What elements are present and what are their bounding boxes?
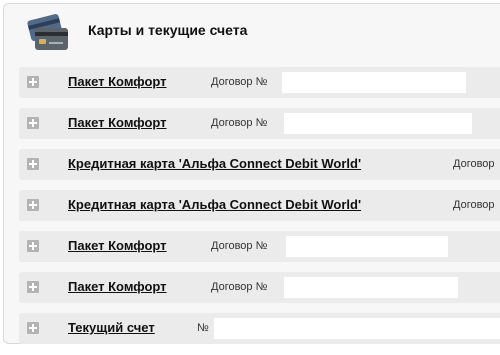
plus-icon[interactable] (27, 240, 39, 252)
account-product-link[interactable]: Пакет Комфорт (68, 279, 167, 294)
account-product-link[interactable]: Пакет Комфорт (68, 238, 167, 253)
plus-icon[interactable] (27, 117, 39, 129)
contract-label: Договор № (211, 76, 268, 88)
account-product-link[interactable]: Кредитная карта 'Альфа Connect Debit Wor… (68, 197, 361, 212)
cards-and-accounts-panel: Карты и текущие счета Пакет Комфорт Дого… (3, 3, 500, 344)
account-row: Кредитная карта 'Альфа Connect Debit Wor… (19, 149, 500, 180)
account-row: Кредитная карта 'Альфа Connect Debit Wor… (19, 190, 500, 221)
plus-icon[interactable] (27, 76, 39, 88)
account-row: Пакет Комфорт Договор № (19, 272, 500, 303)
account-row: Пакет Комфорт Договор № (19, 67, 500, 98)
account-product-link[interactable]: Текущий счет (68, 320, 155, 335)
section-title: Карты и текущие счета (88, 22, 248, 38)
account-row: Пакет Комфорт Договор № (19, 231, 500, 262)
plus-icon[interactable] (27, 158, 39, 170)
contract-label: Договор (453, 199, 495, 211)
account-product-link[interactable]: Пакет Комфорт (68, 74, 167, 89)
contract-number-field (281, 71, 467, 94)
contract-label: № (197, 322, 209, 334)
plus-icon[interactable] (27, 199, 39, 211)
contract-label: Договор № (211, 281, 268, 293)
panel-header: Карты и текущие счета (4, 4, 500, 54)
plus-icon[interactable] (27, 322, 39, 334)
contract-number-field (285, 235, 449, 258)
contract-number-field (283, 276, 459, 299)
account-product-link[interactable]: Кредитная карта 'Альфа Connect Debit Wor… (68, 156, 361, 171)
plus-icon[interactable] (27, 281, 39, 293)
contract-label: Договор № (211, 117, 268, 129)
contract-number-field (283, 112, 473, 135)
account-product-link[interactable]: Пакет Комфорт (68, 115, 167, 130)
contract-label: Договор № (211, 240, 268, 252)
account-row: Текущий счет № (19, 313, 500, 344)
contract-number-field (213, 317, 500, 340)
account-row: Пакет Комфорт Договор № (19, 108, 500, 139)
credit-cards-icon (27, 14, 68, 50)
contract-label: Договор (453, 158, 495, 170)
